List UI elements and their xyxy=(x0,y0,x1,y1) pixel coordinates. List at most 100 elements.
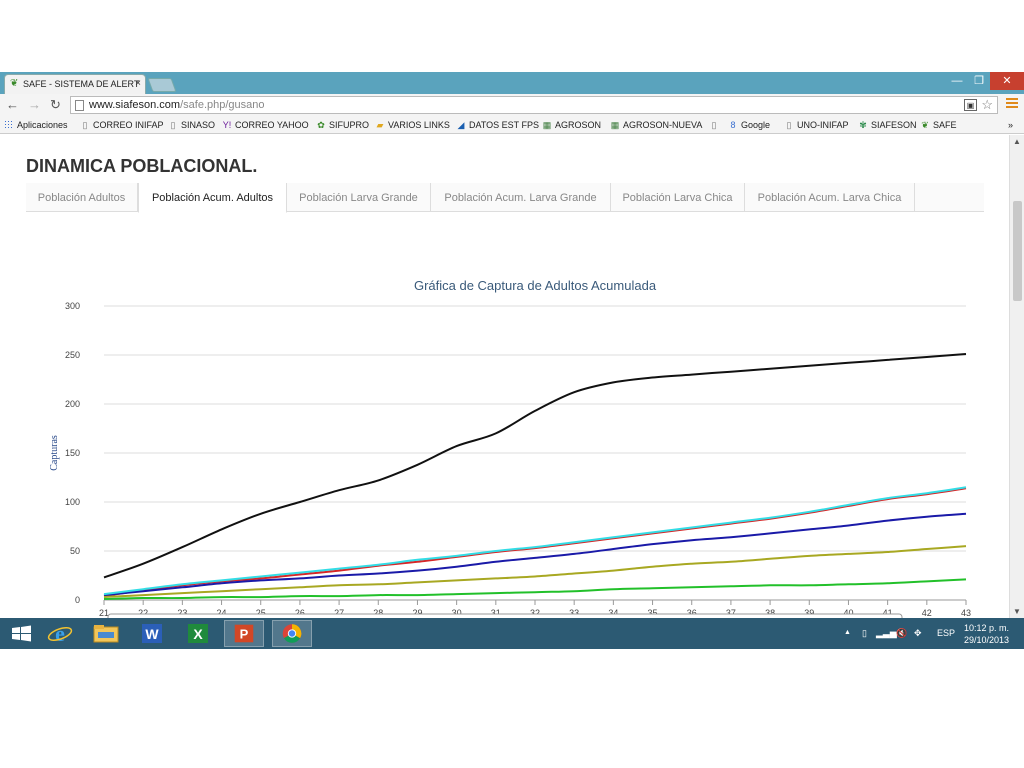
scroll-up-icon[interactable]: ▲ xyxy=(1013,137,1021,146)
maximize-button[interactable]: ❐ xyxy=(968,72,990,90)
close-window-button[interactable]: ✕ xyxy=(990,72,1024,90)
google-icon: 8 xyxy=(730,120,736,130)
cumulative-adult-capture-chart: Gráfica de Captura de Adultos Acumulada 0… xyxy=(49,278,971,618)
tab-poblacion-acum-larva-grande[interactable]: Población Acum. Larva Grande xyxy=(431,183,611,212)
bookmarks-bar: Aplicaciones ▯ CORREO INIFAP ▯ SINASO Y! CORRE… xyxy=(0,116,1024,134)
minimize-button[interactable]: — xyxy=(946,72,968,90)
tab-poblacion-larva-grande[interactable]: Población Larva Grande xyxy=(287,183,431,212)
page-scrollbar[interactable]: ▲ ▼ xyxy=(1009,135,1024,618)
bookmark-label: CORREO INIFAP xyxy=(93,120,164,130)
tab-poblacion-adultos[interactable]: Población Adultos xyxy=(26,183,138,212)
extension-icon[interactable]: ▣ xyxy=(964,99,977,111)
bookmark-item[interactable]: ❦ SAFE xyxy=(920,120,956,131)
svg-text:X: X xyxy=(193,626,203,642)
chart-title: Gráfica de Captura de Adultos Acumulada xyxy=(414,278,657,293)
bookmark-star-icon[interactable]: ☆ xyxy=(981,97,993,113)
bookmark-item[interactable]: ▦ AGROSON xyxy=(542,120,601,131)
bookmark-item[interactable]: ◢ DATOS EST FPS xyxy=(456,120,540,131)
page-icon xyxy=(75,100,84,111)
volume-icon[interactable]: 🔇 xyxy=(896,628,907,639)
language-indicator[interactable]: ESP xyxy=(937,628,955,638)
page-title: DINAMICA POBLACIONAL. xyxy=(26,156,258,176)
tab-close-icon[interactable]: × xyxy=(135,78,141,89)
bookmark-label: AGROSON-NUEVA xyxy=(623,120,703,130)
bookmark-label: SIFUPRO xyxy=(329,120,370,130)
word-icon[interactable]: W xyxy=(132,620,172,647)
dropbox-icon[interactable]: ✥ xyxy=(914,628,922,639)
apps-grid-icon xyxy=(4,120,13,129)
y-tick-label: 0 xyxy=(75,595,80,605)
clock[interactable]: 10:12 p. m. 29/10/2013 xyxy=(964,622,1009,646)
tab-poblacion-larva-chica[interactable]: Población Larva Chica xyxy=(611,183,745,212)
page-icon: ▯ xyxy=(786,120,792,130)
yahoo-icon: Y! xyxy=(222,120,232,130)
x-tick-label: 21 xyxy=(99,608,109,618)
bookmark-item[interactable]: ✾ SIAFESON xyxy=(858,120,917,131)
bookmark-item[interactable]: ▰ VARIOS LINKS xyxy=(375,120,450,131)
bookmark-item[interactable]: 8 Google xyxy=(728,120,770,130)
screen: ❦ SAFE - SISTEMA DE ALERT × — ❐ ✕ ← → ↻ … xyxy=(0,72,1024,649)
forward-arrow-icon[interactable]: → xyxy=(28,97,41,112)
x-tick-label: 43 xyxy=(961,608,971,618)
bookmark-label: Aplicaciones xyxy=(17,120,68,130)
browser-toolbar: ← → ↻ www.siafeson.com/safe.php/gusano ▣… xyxy=(0,94,1024,116)
folder-icon: ▰ xyxy=(376,120,384,130)
bookmark-item[interactable]: ▯ xyxy=(709,120,722,131)
bookmark-item[interactable]: ✿ SIFUPRO xyxy=(316,120,369,131)
powerpoint-icon[interactable]: P xyxy=(224,620,264,647)
web-page: DINAMICA POBLACIONAL. Población Adultos P… xyxy=(0,135,1009,618)
y-axis-label: Capturas xyxy=(49,435,60,471)
reload-icon[interactable]: ↻ xyxy=(50,97,61,113)
bookmark-item[interactable]: ▯ UNO-INIFAP xyxy=(784,120,849,131)
windows-start-icon[interactable] xyxy=(2,620,42,647)
address-bar[interactable]: www.siafeson.com/safe.php/gusano ▣ ☆ xyxy=(70,96,998,114)
bookmark-item[interactable]: ▦ AGROSON-NUEVA xyxy=(610,120,703,131)
datos-icon: ◢ xyxy=(457,120,465,130)
tab-poblacion-acum-larva-chica[interactable]: Población Acum. Larva Chica xyxy=(745,183,915,212)
agroson-icon: ▦ xyxy=(542,120,552,130)
bookmark-item[interactable]: ▯ CORREO INIFAP xyxy=(80,120,164,131)
bookmarks-overflow-icon[interactable]: » xyxy=(1008,120,1013,130)
series-line-3 xyxy=(103,486,967,596)
svg-text:P: P xyxy=(240,627,249,642)
x-tick-label: 42 xyxy=(922,608,932,618)
excel-icon[interactable]: X xyxy=(178,620,218,647)
bookmark-label: SIAFESON xyxy=(871,120,917,130)
tab-poblacion-acum-adultos[interactable]: Población Acum. Adultos xyxy=(138,183,287,213)
phone-icon[interactable]: ▯ xyxy=(862,628,867,639)
back-arrow-icon[interactable]: ← xyxy=(6,97,19,112)
bookmark-label: SINASO xyxy=(181,120,216,130)
bookmark-item[interactable]: Y! CORREO YAHOO xyxy=(222,120,309,130)
series-line-5 xyxy=(103,353,967,579)
new-tab-button[interactable] xyxy=(147,78,177,92)
browser-titlebar: ❦ SAFE - SISTEMA DE ALERT × — ❐ ✕ xyxy=(0,72,1024,94)
svg-text:e: e xyxy=(55,621,65,646)
signal-icon[interactable]: ▂▃▅ xyxy=(876,628,897,639)
population-tabs: Población Adultos Población Acum. Adultos… xyxy=(26,183,984,213)
scrollbar-thumb[interactable] xyxy=(1013,201,1022,301)
file-explorer-icon[interactable] xyxy=(86,620,126,647)
chrome-menu-icon[interactable] xyxy=(1006,98,1018,112)
y-tick-label: 200 xyxy=(65,399,80,409)
y-tick-label: 150 xyxy=(65,448,80,458)
bookmark-label: CORREO YAHOO xyxy=(235,120,309,130)
url-domain: www.siafeson.com xyxy=(89,99,181,111)
svg-text:W: W xyxy=(145,626,159,642)
y-tick-label: 250 xyxy=(65,350,80,360)
y-tick-label: 50 xyxy=(70,546,80,556)
tray-expand-icon[interactable]: ▲ xyxy=(844,629,851,636)
bookmark-item[interactable]: Aplicaciones xyxy=(4,120,68,130)
tab-title: SAFE - SISTEMA DE ALERT xyxy=(23,79,140,89)
windows-taskbar: e W X P ▲ ▯ ▂▃▅ 🔇 ✥ ESP 10:12 p. m. 29/1… xyxy=(0,618,1024,649)
browser-tab[interactable]: ❦ SAFE - SISTEMA DE ALERT × xyxy=(4,74,146,94)
siafeson-icon: ✾ xyxy=(859,120,867,130)
series-line-4 xyxy=(103,545,967,599)
scroll-down-icon[interactable]: ▼ xyxy=(1013,607,1021,616)
page-icon: ▯ xyxy=(711,120,717,130)
bookmark-item[interactable]: ▯ SINASO xyxy=(168,120,216,131)
y-tick-label: 300 xyxy=(65,301,80,311)
chrome-icon[interactable] xyxy=(272,620,312,647)
internet-explorer-icon[interactable]: e xyxy=(40,620,80,647)
sifupro-icon: ✿ xyxy=(317,120,325,130)
url-path: /safe.php/gusano xyxy=(180,99,265,111)
